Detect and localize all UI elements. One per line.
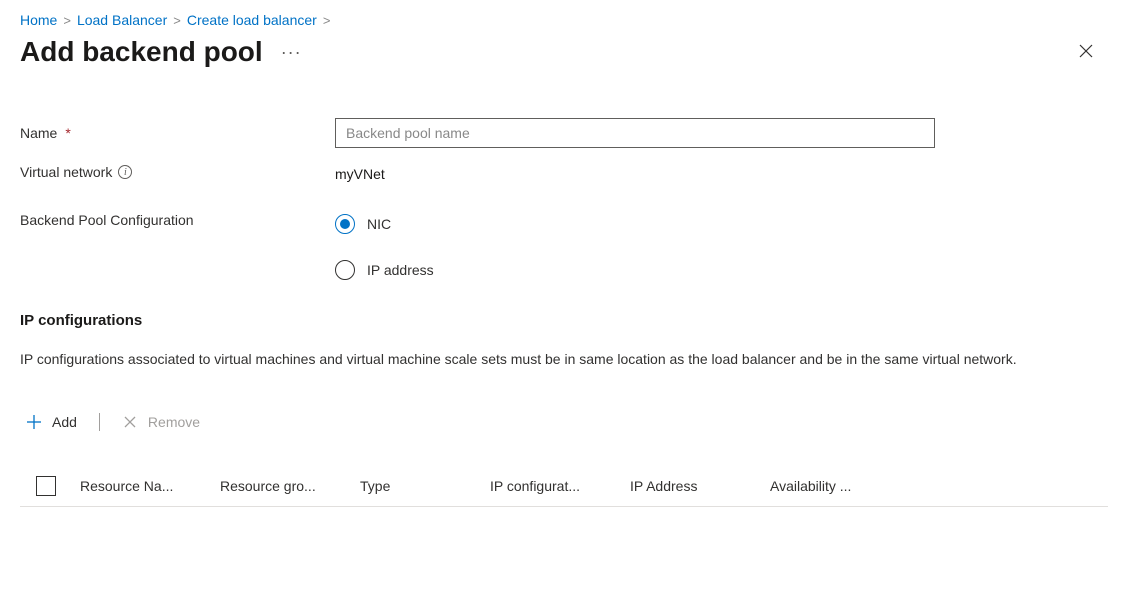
remove-button[interactable]: Remove	[116, 410, 206, 434]
page-title: Add backend pool	[20, 36, 263, 68]
chevron-right-icon: >	[323, 13, 331, 28]
breadcrumb-create-lb[interactable]: Create load balancer	[187, 12, 317, 28]
page-header: Add backend pool ···	[20, 36, 1108, 68]
add-button[interactable]: Add	[20, 410, 83, 434]
radio-nic[interactable]: NIC	[335, 214, 935, 234]
vnet-field-row: Virtual network i myVNet	[20, 162, 1108, 182]
remove-button-label: Remove	[148, 414, 200, 430]
radio-icon	[335, 214, 355, 234]
name-input[interactable]	[335, 118, 935, 148]
column-type[interactable]: Type	[360, 478, 490, 494]
radio-icon	[335, 260, 355, 280]
close-button[interactable]	[1072, 37, 1100, 68]
section-description: IP configurations associated to virtual …	[20, 349, 1100, 370]
chevron-right-icon: >	[173, 13, 181, 28]
breadcrumb-home[interactable]: Home	[20, 12, 57, 28]
name-field-row: Name *	[20, 118, 1108, 148]
add-button-label: Add	[52, 414, 77, 430]
table-header: Resource Na... Resource gro... Type IP c…	[20, 466, 1108, 507]
vnet-value: myVNet	[335, 162, 935, 182]
more-options-button[interactable]: ···	[277, 38, 306, 67]
column-resource-group[interactable]: Resource gro...	[220, 478, 360, 494]
column-availability[interactable]: Availability ...	[770, 478, 910, 494]
vnet-label: Virtual network	[20, 164, 112, 180]
info-icon[interactable]: i	[118, 165, 132, 179]
column-ip-config[interactable]: IP configurat...	[490, 478, 630, 494]
chevron-right-icon: >	[63, 13, 71, 28]
breadcrumb: Home > Load Balancer > Create load balan…	[20, 12, 1108, 28]
close-icon	[1078, 43, 1094, 59]
radio-ip[interactable]: IP address	[335, 260, 935, 280]
radio-ip-label: IP address	[367, 262, 434, 278]
config-label: Backend Pool Configuration	[20, 212, 194, 228]
breadcrumb-load-balancer[interactable]: Load Balancer	[77, 12, 167, 28]
name-label: Name	[20, 125, 57, 141]
column-ip-address[interactable]: IP Address	[630, 478, 770, 494]
select-all-checkbox[interactable]	[36, 476, 56, 496]
radio-nic-label: NIC	[367, 216, 391, 232]
config-radio-group: NIC IP address	[335, 212, 935, 280]
required-indicator: *	[65, 125, 70, 141]
section-title: IP configurations	[20, 312, 1108, 329]
config-field-row: Backend Pool Configuration NIC IP addres…	[20, 212, 1108, 280]
plus-icon	[26, 414, 42, 430]
toolbar-separator	[99, 413, 100, 431]
table-toolbar: Add Remove	[20, 410, 1108, 434]
close-icon	[122, 414, 138, 430]
column-resource-name[interactable]: Resource Na...	[80, 478, 220, 494]
